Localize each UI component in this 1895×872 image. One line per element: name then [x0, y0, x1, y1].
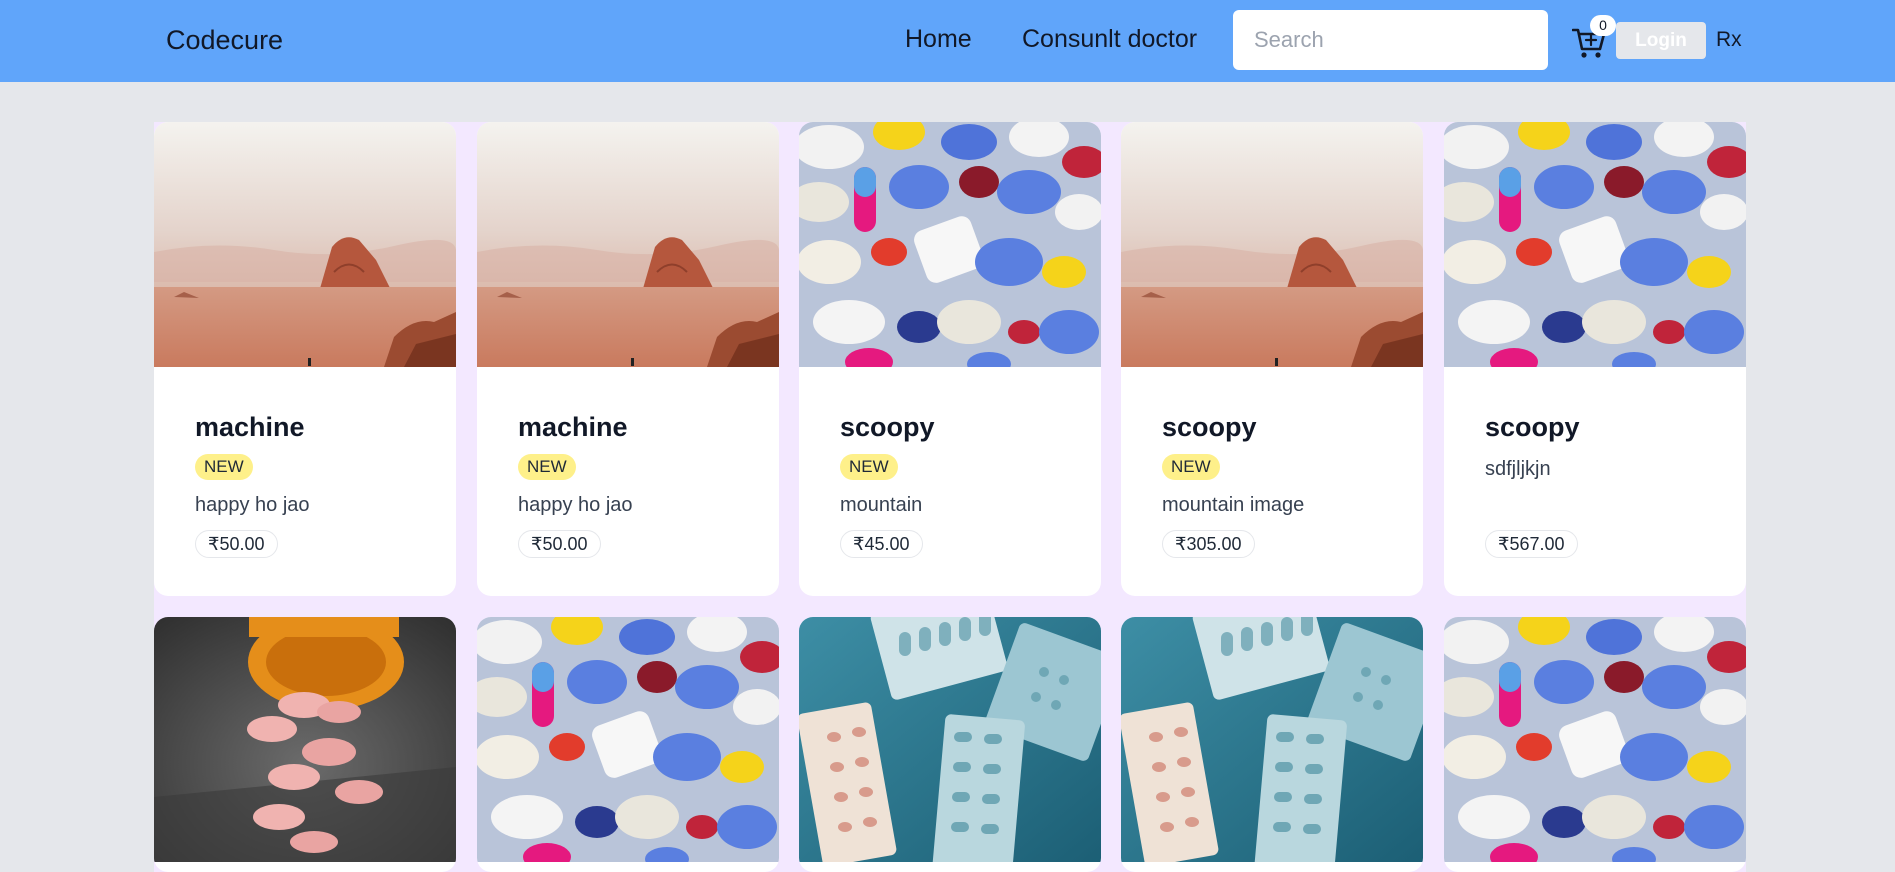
product-image [799, 122, 1101, 367]
product-price: ₹50.00 [518, 530, 601, 558]
product-card[interactable] [154, 617, 456, 872]
product-description: mountain [840, 494, 923, 516]
product-card[interactable]: machine NEW happy ho jao ₹50.00 [477, 122, 779, 596]
nav-link-consult-doctor[interactable]: Consunlt doctor [1022, 25, 1197, 54]
product-price: ₹305.00 [1162, 530, 1255, 558]
product-description: happy ho jao [195, 494, 310, 516]
product-card[interactable]: scoopy NEW mountain ₹45.00 [799, 122, 1101, 596]
product-title: scoopy [1162, 412, 1257, 442]
cart-button[interactable]: 0 [1572, 15, 1616, 60]
product-title: machine [195, 412, 305, 442]
product-image [1444, 122, 1746, 367]
product-card[interactable] [799, 617, 1101, 872]
product-card[interactable]: scoopy sdfjljkjn ₹567.00 [1444, 122, 1746, 596]
product-title: scoopy [840, 412, 935, 442]
search-input[interactable] [1233, 10, 1548, 70]
product-card[interactable]: scoopy NEW mountain image ₹305.00 [1121, 122, 1423, 596]
product-price: ₹50.00 [195, 530, 278, 558]
product-title: scoopy [1485, 412, 1580, 442]
product-title: machine [518, 412, 628, 442]
nav-link-home[interactable]: Home [905, 25, 972, 54]
product-image [154, 617, 456, 862]
product-image [1444, 617, 1746, 862]
navbar: Codecure Home Consunlt doctor 0 Login Rx [0, 0, 1895, 82]
product-price: ₹45.00 [840, 530, 923, 558]
product-image [477, 122, 779, 367]
rx-link[interactable]: Rx [1716, 28, 1742, 52]
new-badge: NEW [195, 454, 253, 480]
product-image [799, 617, 1101, 862]
product-card[interactable] [477, 617, 779, 872]
product-price: ₹567.00 [1485, 530, 1578, 558]
product-description: mountain image [1162, 494, 1305, 516]
login-button[interactable]: Login [1616, 22, 1706, 59]
product-card[interactable]: machine NEW happy ho jao ₹50.00 [154, 122, 456, 596]
product-description: happy ho jao [518, 494, 633, 516]
product-card[interactable] [1121, 617, 1423, 872]
new-badge: NEW [1162, 454, 1220, 480]
product-card[interactable] [1444, 617, 1746, 872]
cart-count-badge: 0 [1590, 15, 1616, 36]
new-badge: NEW [840, 454, 898, 480]
product-description: sdfjljkjn [1485, 458, 1551, 480]
brand-logo[interactable]: Codecure [166, 25, 283, 56]
product-image [477, 617, 779, 862]
product-image [154, 122, 456, 367]
product-image [1121, 122, 1423, 367]
product-image [1121, 617, 1423, 862]
new-badge: NEW [518, 454, 576, 480]
